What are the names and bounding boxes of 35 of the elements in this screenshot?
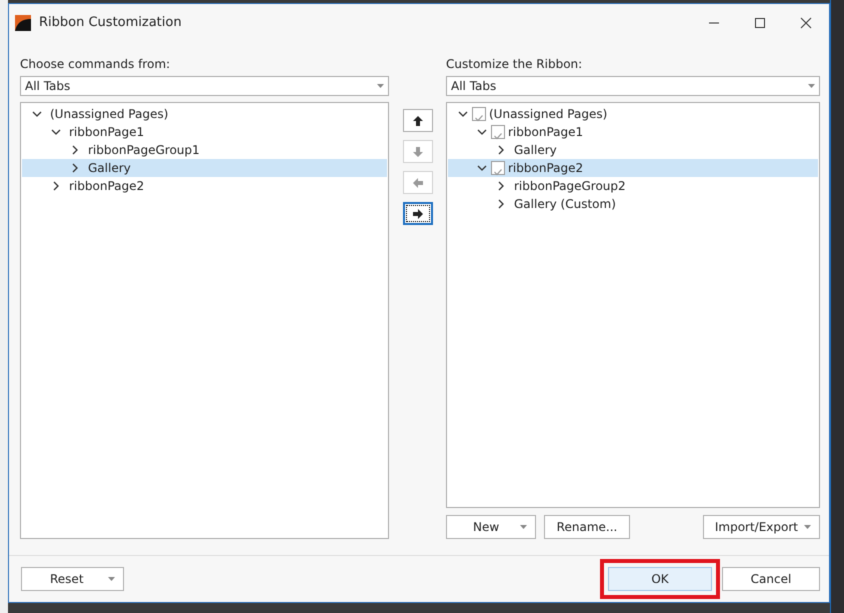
tree-item[interactable]: ribbonPage1 [22,123,387,141]
dropdown-button[interactable]: New [446,515,536,539]
move-button[interactable] [402,109,432,132]
rename-button[interactable]: Rename... [544,515,630,539]
move-button[interactable] [402,202,432,225]
checkbox[interactable] [491,125,505,139]
checkbox[interactable] [491,161,505,175]
ok-button[interactable]: OK [608,567,712,591]
reset-button[interactable]: Reset [21,567,124,591]
maximize-icon [752,15,768,31]
tree-view[interactable]: (Unassigned Pages) ribbonPage1 Gallery ribbonPage2 ribbonPageGroup2 Gallery (Custom) [446,102,820,508]
tree-item[interactable]: ribbonPageGroup2 [448,177,818,195]
tree-item[interactable]: Gallery [448,141,818,159]
tree-item[interactable]: ribbonPage2 [22,177,387,195]
close-icon [798,15,814,31]
tree-item[interactable]: ribbonPage2 [448,159,818,177]
tree-view[interactable]: (Unassigned Pages) ribbonPage1 ribbonPageGroup1 Gallery ribbonPage2 [20,102,389,539]
field-label: Customize the Ribbon: [446,56,584,73]
window-title: Ribbon Customization [39,14,182,32]
tree-item[interactable]: (Unassigned Pages) [22,105,387,123]
checkbox[interactable] [472,107,486,121]
dropdown-button[interactable]: Import/Export [703,515,820,539]
field-label: Choose commands from: [20,56,172,73]
tree-item[interactable]: ribbonPageGroup1 [22,141,387,159]
tree-item[interactable]: Gallery [22,159,387,177]
dropdown-caret-icon [808,84,815,88]
tree-item[interactable]: ribbonPage1 [448,123,818,141]
dropdown-field[interactable]: All Tabs [20,76,389,96]
tree-item[interactable]: Gallery (Custom) [448,195,818,213]
tree-item[interactable]: (Unassigned Pages) [448,105,818,123]
app-logo-icon [15,14,31,31]
dropdown-field[interactable]: All Tabs [446,76,820,96]
minimize-icon [709,22,719,24]
cancel-button[interactable]: Cancel [722,567,820,591]
dropdown-caret-icon [377,84,384,88]
